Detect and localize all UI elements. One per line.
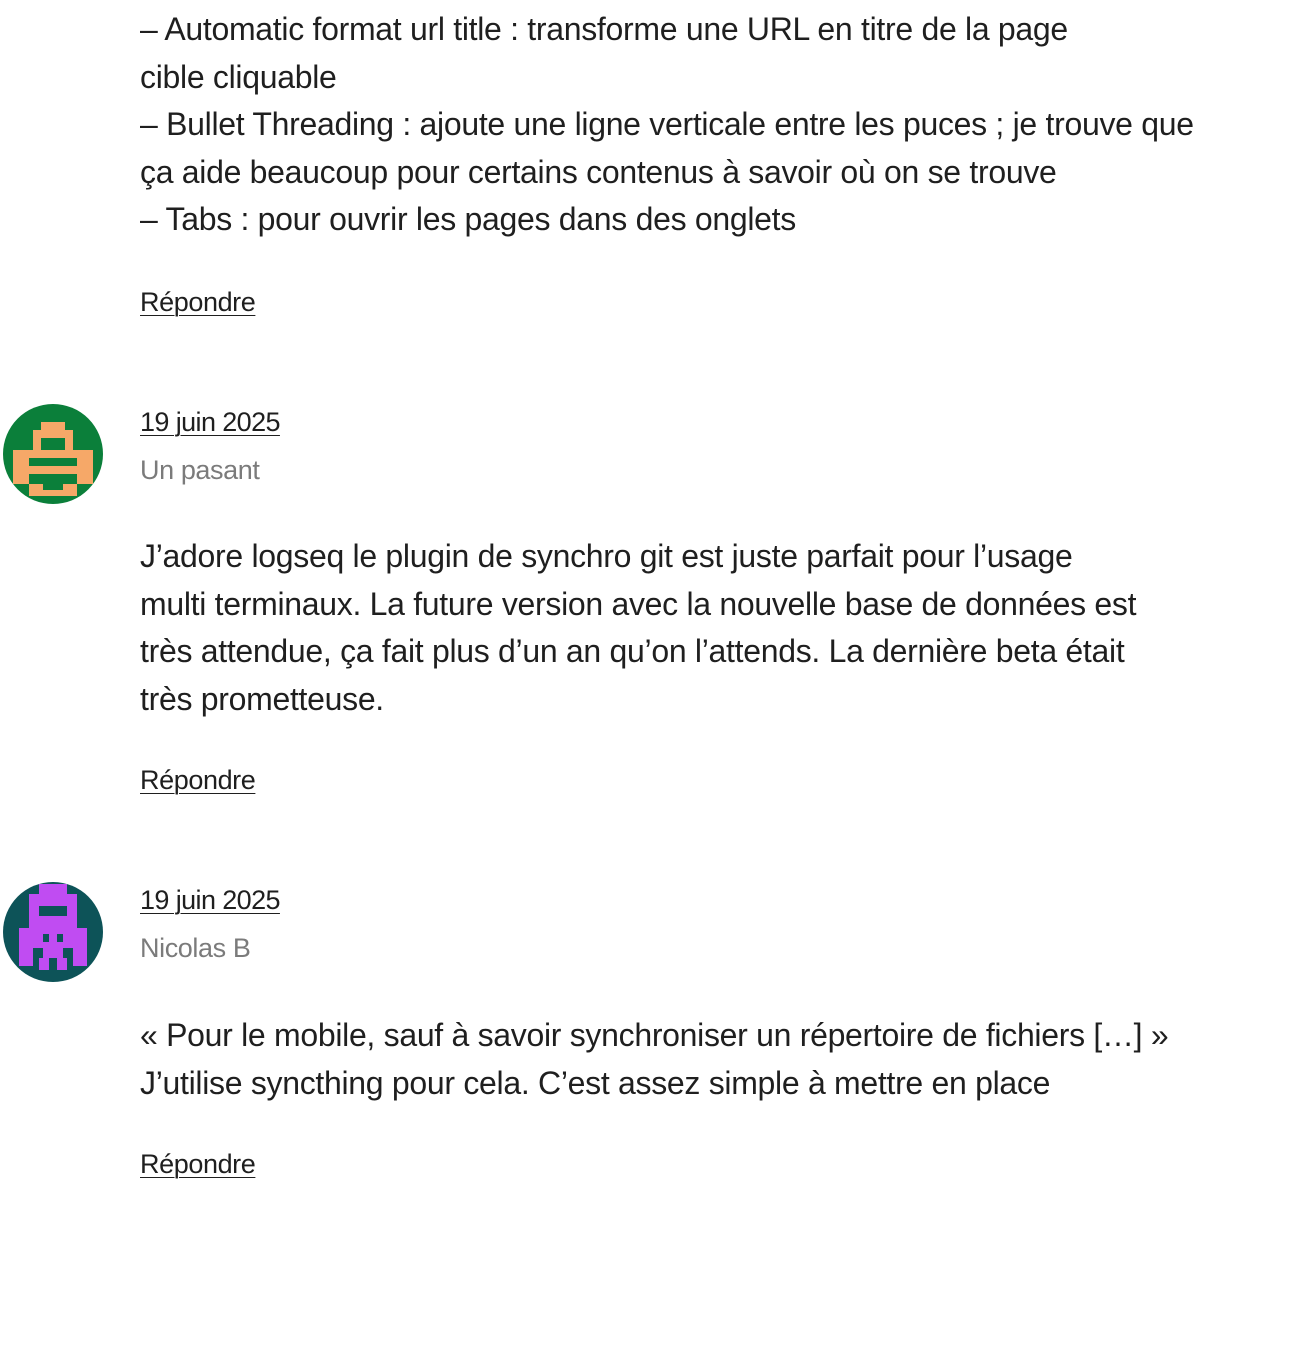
reply-link[interactable]: Répondre	[140, 765, 256, 796]
comment-text-line: très prometteuse.	[140, 680, 384, 717]
pixel-invader-avatar-icon	[3, 404, 103, 504]
reply-link[interactable]: Répondre	[140, 287, 256, 318]
comment-text-line: – Tabs : pour ouvrir les pages dans des …	[140, 201, 796, 237]
comment-date-link[interactable]: 19 juin 2025	[140, 407, 281, 438]
comment-body: J’adore logseq le plugin de synchro git …	[140, 533, 1285, 723]
reply-link[interactable]: Répondre	[140, 1149, 256, 1180]
comment-text-line: ça aide beaucoup pour certains contenus …	[140, 153, 1057, 190]
comment-text-line: – Bullet Threading : ajoute une ligne ve…	[140, 106, 1194, 142]
comment-date-link[interactable]: 19 juin 2025	[140, 885, 281, 916]
comment-text-line: – Automatic format url title : transform…	[140, 11, 1068, 47]
comment-text-line: J’utilise syncthing pour cela. C’est ass…	[140, 1064, 1051, 1101]
comment-text-line: très attendue, ça fait plus d’un an qu’o…	[140, 633, 1125, 669]
pixel-invader-avatar-icon	[3, 882, 103, 982]
comment-text-line: cible cliquable	[140, 58, 337, 95]
comment-text-line: multi terminaux. La future version avec …	[140, 585, 1137, 622]
comment-author: Nicolas B	[140, 933, 251, 963]
comment-text-line: « Pour le mobile, sauf à savoir synchron…	[140, 1017, 1169, 1053]
previous-comment-body: – Automatic format url title : transform…	[140, 6, 1285, 244]
comment-body: « Pour le mobile, sauf à savoir synchron…	[140, 1012, 1285, 1107]
comment-text-line: J’adore logseq le plugin de synchro git …	[140, 538, 1073, 574]
comment-author: Un pasant	[140, 455, 260, 485]
